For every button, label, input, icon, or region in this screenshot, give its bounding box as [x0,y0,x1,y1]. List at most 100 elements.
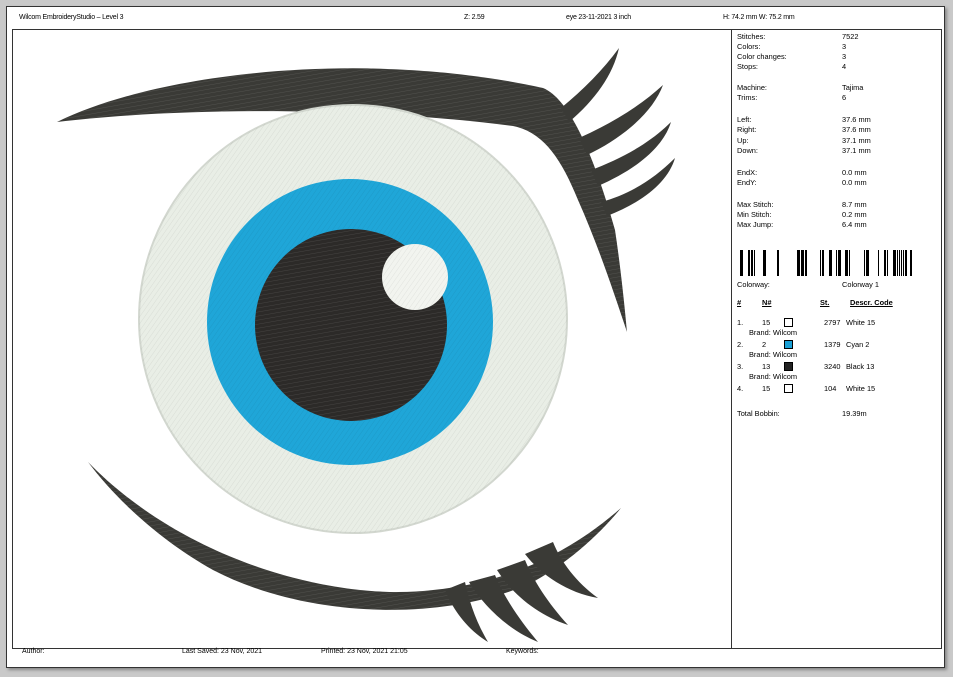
stat-value: 37.6 mm [842,125,871,134]
barcode-bar [836,250,837,276]
header-bar: Wilcom EmbroideryStudio – Level 3 Z: 2.5… [7,7,944,29]
stat-label: Stitches: [737,32,766,41]
colorway-value: Colorway 1 [842,280,879,289]
stat-label: Max Stitch: [737,200,774,209]
barcode-bar [897,250,898,276]
stat-label: EndY: [737,178,757,187]
barcode-bar [763,250,766,276]
color-row-stitches: 2797 [824,318,841,327]
color-row-description: Black 13 [846,362,875,371]
color-row-needle: 15 [762,318,771,327]
stat-label: Down: [737,146,758,155]
design-info-panel: Stitches: 7522 Colors: 3 Color changes: 3 Stop… [732,30,941,648]
stat-row: Max Stitch: 8.7 mm [737,200,937,209]
barcode-bar [866,250,869,276]
color-row-description: White 15 [846,318,876,327]
color-row-brand: Brand: Wilcom [749,350,798,359]
stat-row: Up: 37.1 mm [737,136,937,145]
barcode-bar [822,250,824,276]
color-row-stitches: 1379 [824,340,841,349]
barcode-bar [754,250,755,276]
stat-label: Stops: [737,62,758,71]
print-frame: Stitches: 7522 Colors: 3 Color changes: 3 Stop… [12,29,942,649]
design-name: eye 23-11-2021 3 inch [566,14,631,21]
colorway-label: Colorway: [737,280,770,289]
stat-value: 3 [842,52,847,61]
print-preview-sheet: Wilcom EmbroideryStudio – Level 3 Z: 2.5… [6,6,945,668]
stat-row: Down: 37.1 mm [737,146,937,155]
color-row-stitches: 104 [824,384,837,393]
stat-label: Max Jump: [737,220,774,229]
color-swatch [784,318,793,327]
stat-value: 6 [842,93,847,102]
stat-row: Min Stitch: 0.2 mm [737,210,937,219]
stat-value: 7522 [842,32,859,41]
barcode-bar [901,250,902,276]
stat-value: 37.1 mm [842,146,871,155]
col-header-description: Descr. Code [850,298,893,307]
col-header-stitches: St. [820,298,830,307]
color-row-index: 1. [737,318,744,327]
stat-label: Right: [737,125,757,134]
color-row-needle: 13 [762,362,771,371]
stat-label: EndX: [737,168,758,177]
stat-row: EndX: 0.0 mm [737,168,937,177]
barcode-bar [838,250,841,276]
stat-row: Left: 37.6 mm [737,115,937,124]
stat-row: Machine: Tajima [737,83,937,92]
stat-label: Machine: [737,83,767,92]
eye-embroidery-design [57,48,675,642]
color-row-brand: Brand: Wilcom [749,328,798,337]
stat-value: 8.7 mm [842,200,867,209]
stat-row: Stops: 4 [737,62,937,71]
design-area [13,30,732,648]
stat-row: Right: 37.6 mm [737,125,937,134]
author-field: Author: [22,648,45,655]
stat-value: 6.4 mm [842,220,867,229]
color-row-needle: 2 [762,340,767,349]
stat-row: EndY: 0.0 mm [737,178,937,187]
printed-field: Printed: 23 Nov, 2021 21:05 [321,648,408,655]
stat-value: 0.2 mm [842,210,867,219]
keywords-field: Keywords: [506,648,539,655]
total-bobbin-label: Total Bobbin: [737,409,780,418]
stat-value: Tajima [842,83,864,92]
barcode-bar [899,250,900,276]
stat-value: 37.1 mm [842,136,871,145]
footer-bar: Author: Last Saved: 23 Nov, 2021 Printed… [12,647,940,665]
stat-row: Color changes: 3 [737,52,937,61]
barcode-bar [829,250,832,276]
stat-row: Max Jump: 6.4 mm [737,220,937,229]
barcode-bar [845,250,848,276]
color-row-index: 4. [737,384,744,393]
color-row-brand: Brand: Wilcom [749,372,798,381]
stat-label: Color changes: [737,52,787,61]
col-header-index: # [737,298,742,307]
barcode-bar [740,250,743,276]
color-row-description: Cyan 2 [846,340,870,349]
barcode-bar [887,250,888,276]
color-swatch [784,384,793,393]
barcode-bar [878,250,879,276]
barcode-bar [905,250,907,276]
barcode [740,250,912,276]
color-swatch [784,340,793,349]
stat-value: 0.0 mm [842,168,867,177]
stat-row: Colors: 3 [737,42,937,51]
barcode-bar [751,250,753,276]
stat-label: Trims: [737,93,758,102]
color-row-index: 2. [737,340,744,349]
barcode-bar [805,250,807,276]
barcode-bar [884,250,886,276]
upper-lash-1 [561,48,619,122]
stat-value: 37.6 mm [842,115,871,124]
design-size: H: 74.2 mm W: 75.2 mm [723,14,795,21]
barcode-bar [777,250,779,276]
total-bobbin-value: 19.39m [842,409,867,418]
zoom-level: Z: 2.59 [464,14,485,21]
barcode-bar [849,250,850,276]
color-row-description: White 15 [846,384,876,393]
color-swatch [784,362,793,371]
app-title: Wilcom EmbroideryStudio – Level 3 [19,14,124,21]
barcode-bar [864,250,865,276]
